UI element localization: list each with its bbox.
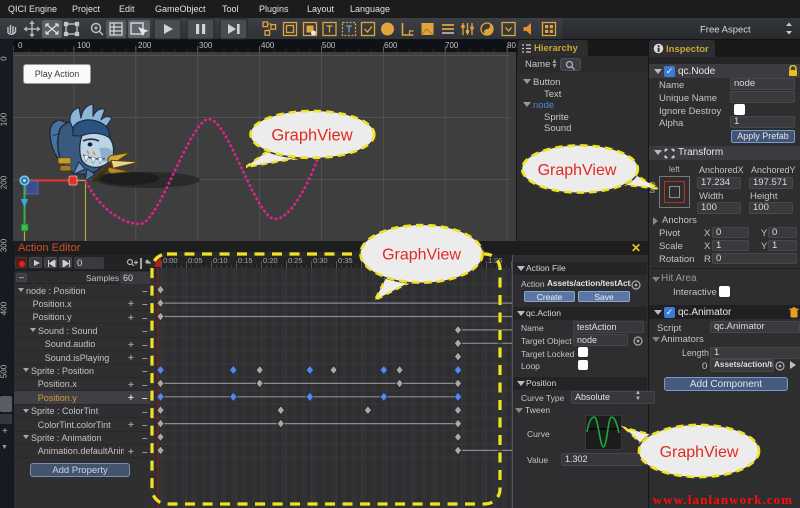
svg-text:Free Aspect: Free Aspect [700, 25, 751, 36]
svg-text:GraphView: GraphView [382, 247, 461, 264]
svg-text:GM: GM [383, 28, 393, 34]
svg-text:GraphView: GraphView [660, 444, 739, 461]
svg-text:GraphView: GraphView [271, 127, 352, 145]
svg-text:GraphView: GraphView [538, 162, 617, 179]
